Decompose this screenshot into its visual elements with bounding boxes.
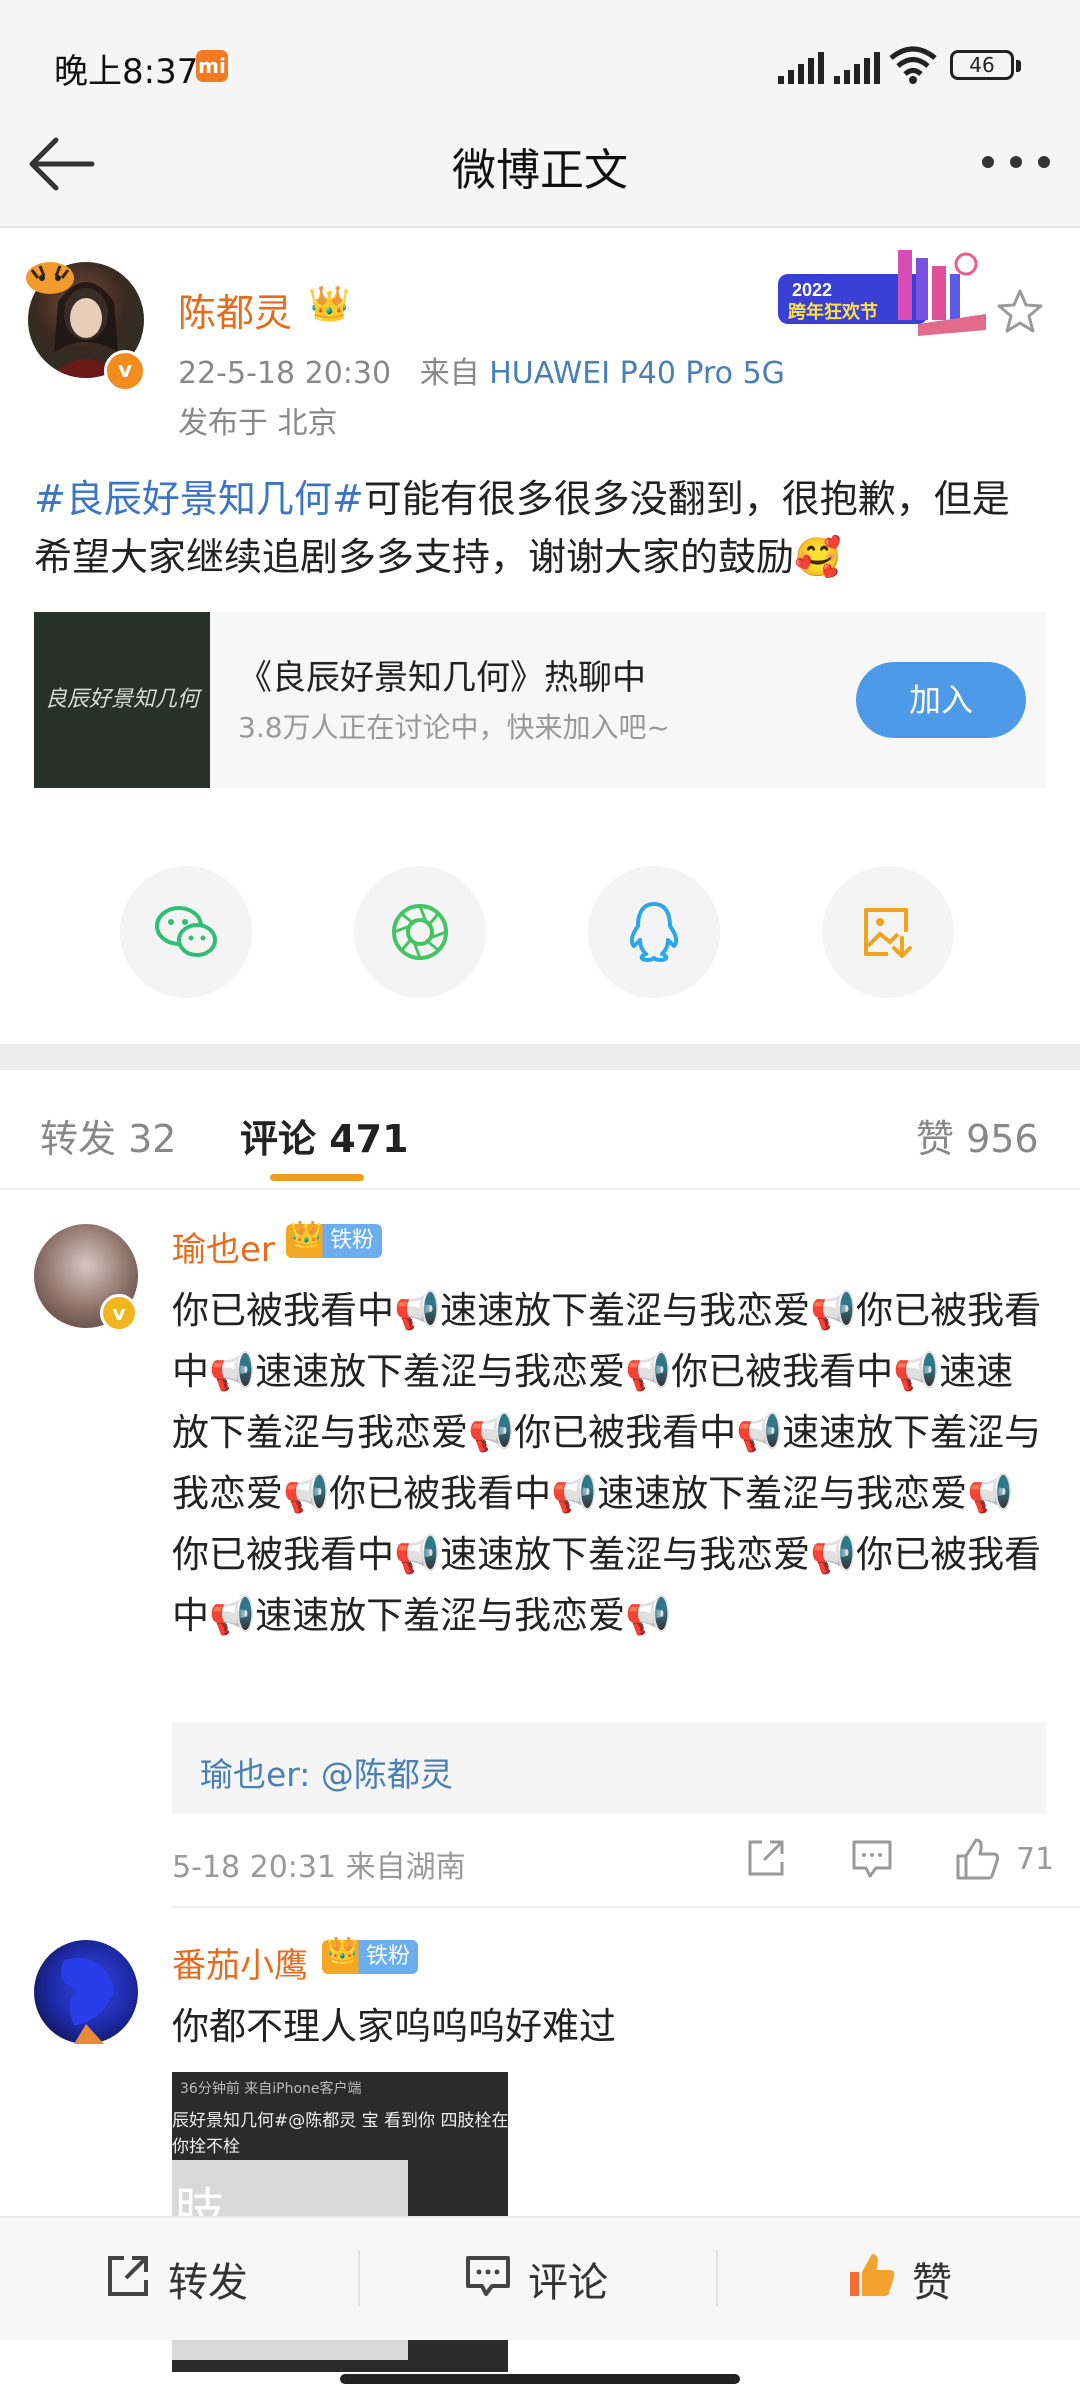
svg-text:跨年狂欢节: 跨年狂欢节	[788, 301, 878, 322]
image-text-line: 36分钟前 来自iPhone客户端	[180, 2081, 362, 2097]
save-image-button[interactable]	[822, 866, 954, 998]
verified-badge-icon: v	[104, 350, 146, 392]
save-image-icon	[864, 908, 912, 958]
like-button[interactable]: 赞	[912, 2250, 952, 2308]
share-qq-button[interactable]	[588, 866, 720, 998]
fan-crown-icon: 👑	[326, 1936, 359, 1966]
comment-meta: 5-18 20:31 来自湖南	[172, 1850, 466, 1885]
reply-preview[interactable]: 瑜也er: @陈都灵	[200, 1748, 453, 1796]
comment-like-count: 71	[1016, 1842, 1055, 1877]
repost-icon[interactable]	[104, 2252, 152, 2300]
battery-tip	[1016, 60, 1021, 72]
commenter-name[interactable]: 番茄小鹰	[172, 1938, 308, 1987]
crown-icon: 👑	[308, 284, 351, 324]
festival-badge-icon: 2022 跨年狂欢节	[778, 250, 986, 336]
commenter-name[interactable]: 瑜也er	[172, 1222, 275, 1271]
section-divider	[0, 1044, 1080, 1070]
comment-divider	[172, 1906, 1080, 1908]
svg-text:2022: 2022	[792, 280, 832, 300]
topic-title: 《良辰好景知几何》热聊中	[238, 658, 646, 698]
mi-notification-icon: mi	[196, 50, 228, 82]
commenter-avatar[interactable]	[34, 1940, 138, 2044]
wechat-icon	[155, 906, 217, 957]
post-body: #良辰好景知几何#可能有很多很多没翻到，很抱歉，但是希望大家继续追剧多多支持，谢…	[34, 470, 1044, 586]
post-hashtag[interactable]: #良辰好景知几何#	[34, 477, 364, 521]
tab-active-indicator	[270, 1174, 364, 1181]
battery-icon: 46	[950, 50, 1014, 80]
status-time: 晚上8:37	[54, 52, 199, 92]
post-time: 22-5-18 20:30	[178, 356, 392, 391]
topic-subtitle: 3.8万人正在讨论中，快来加入吧~	[238, 711, 670, 744]
more-icon[interactable]	[980, 154, 1052, 170]
tab-comments[interactable]: 评论 471	[240, 1108, 409, 1163]
moments-icon	[392, 904, 448, 960]
comment-text: 你都不理人家呜呜呜好难过	[172, 2005, 616, 2048]
topic-thumbnail: 良辰好景知几何	[34, 612, 210, 788]
from-prefix: 来自	[419, 356, 480, 391]
like-comment-icon[interactable]	[954, 1836, 1000, 1882]
post-meta: 22-5-18 20:30 来自 HUAWEI P40 Pro 5G	[178, 348, 785, 392]
post-device[interactable]: HUAWEI P40 Pro 5G	[489, 356, 785, 391]
qq-icon	[629, 902, 679, 962]
author-name[interactable]: 陈都灵	[178, 282, 292, 337]
share-wechat-button[interactable]	[120, 866, 252, 998]
home-indicator	[340, 2374, 740, 2384]
post-location: 发布于 北京	[178, 406, 338, 441]
like-icon[interactable]	[846, 2250, 896, 2300]
share-comment-icon[interactable]	[744, 1836, 788, 1880]
tab-repost[interactable]: 转发 32	[40, 1108, 176, 1163]
tab-likes[interactable]: 赞 956	[916, 1108, 1039, 1163]
comment-button[interactable]: 评论	[528, 2250, 608, 2308]
signal-icon-2	[834, 52, 880, 84]
verified-badge-icon: v	[100, 1294, 138, 1332]
page-title: 微博正文	[452, 145, 628, 196]
wifi-icon	[889, 46, 937, 84]
share-moments-button[interactable]	[354, 866, 486, 998]
reply-author: 瑜也er	[200, 1755, 300, 1794]
favorite-star-icon[interactable]	[996, 288, 1044, 334]
bar-separator	[716, 2250, 718, 2306]
tiger-decoration-icon	[26, 262, 74, 294]
reply-content: : @陈都灵	[299, 1755, 453, 1794]
signal-icon	[778, 52, 824, 84]
comment-icon[interactable]	[464, 2252, 512, 2300]
tabs-divider	[0, 1188, 1080, 1190]
reply-comment-icon[interactable]	[850, 1836, 894, 1880]
comment-text: 你已被我看中📢速速放下羞涩与我恋爱📢你已被我看中📢速速放下羞涩与我恋爱📢你已被我…	[172, 1289, 1042, 1637]
bar-separator	[358, 2250, 360, 2306]
repost-button[interactable]: 转发	[168, 2250, 248, 2308]
fan-crown-icon: 👑	[290, 1220, 323, 1250]
image-text-line: 你拴不栓	[172, 2137, 240, 2157]
join-button[interactable]: 加入	[856, 662, 1026, 738]
image-text-line: 辰好景知几何#@陈都灵 宝 看到你 四肢栓在	[172, 2111, 509, 2131]
